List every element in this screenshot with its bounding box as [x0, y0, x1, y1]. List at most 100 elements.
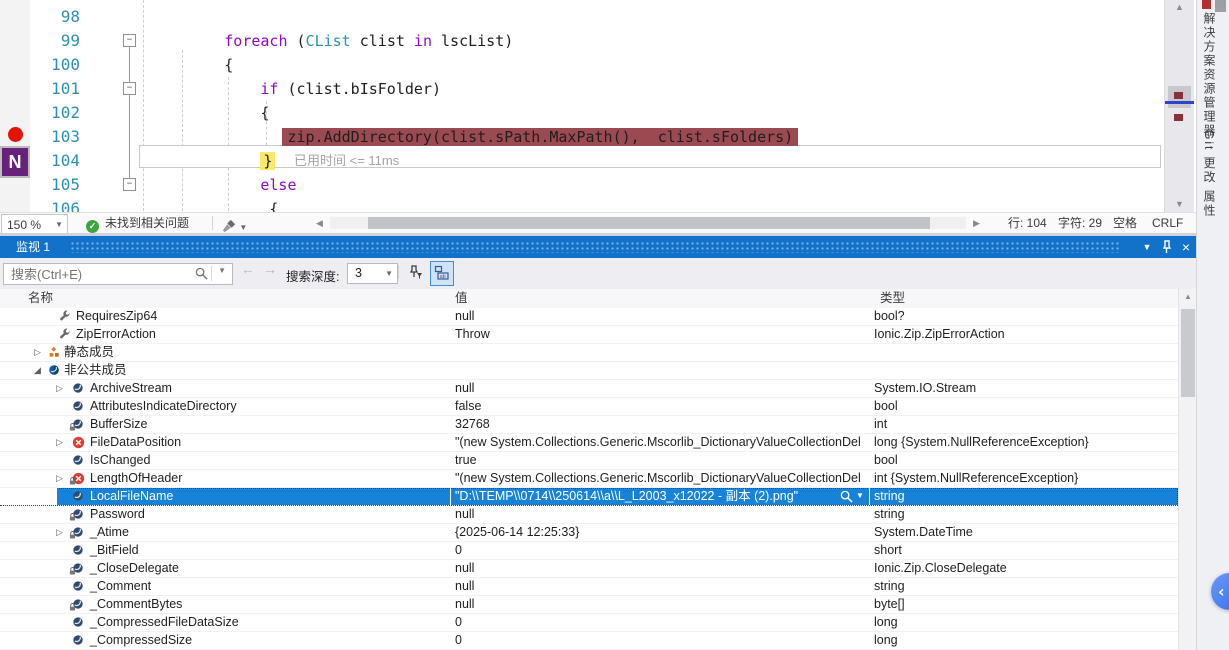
watch-value[interactable]: Throw	[455, 326, 863, 342]
magnifier-icon[interactable]	[840, 490, 853, 503]
watch-value[interactable]: 0	[455, 542, 863, 558]
lock-icon	[69, 477, 76, 485]
watch-row[interactable]: _CloseDelegatenullIonic.Zip.CloseDelegat…	[0, 560, 1178, 578]
separator	[211, 266, 212, 281]
watch-value[interactable]: 0	[455, 614, 863, 630]
visualizer-dropdown-icon[interactable]: ▼	[856, 488, 864, 504]
indent-mode-indicator[interactable]: 空格	[1113, 213, 1137, 233]
search-input[interactable]	[9, 265, 173, 283]
watch-row[interactable]: _CompressedSize0long	[0, 632, 1178, 650]
watch-value[interactable]: null	[455, 308, 863, 324]
watch-value[interactable]: null	[455, 596, 863, 612]
watch-value[interactable]: "D:\\TEMP\\0714\\250614\\a\\L_L2003_x120…	[455, 488, 863, 504]
scrollbar-thumb[interactable]	[368, 217, 930, 229]
watch-value[interactable]: true	[455, 452, 863, 468]
vertical-tab[interactable]: 解决方案资源管理器	[1201, 12, 1218, 138]
expander-collapsed-icon[interactable]: ▷	[56, 524, 63, 540]
breakpoint-mark	[1174, 114, 1183, 121]
zoom-select[interactable]: 150 % ▼	[1, 214, 68, 234]
scroll-up-icon[interactable]: ▲	[1179, 292, 1197, 301]
watch-row[interactable]: _CommentBytesnullbyte[]	[0, 596, 1178, 614]
breakpoint-dot[interactable]	[8, 127, 23, 142]
fold-collapse-box[interactable]: −	[123, 82, 136, 95]
watch-value[interactable]: null	[455, 380, 863, 396]
document-health-indicator[interactable]: ✓未找到相关问题	[86, 213, 189, 233]
watch-value[interactable]: {2025-06-14 12:25:33}	[455, 524, 863, 540]
watch-row[interactable]: RequiresZip64nullbool?	[0, 308, 1178, 326]
expander-collapsed-icon[interactable]: ▷	[34, 344, 41, 360]
caret-line-indicator[interactable]: 行: 104	[1008, 213, 1047, 233]
watch-type: bool	[874, 452, 1174, 468]
watch-row[interactable]: ▷静态成员	[0, 344, 1178, 362]
caret-char-indicator[interactable]: 字符: 29	[1058, 213, 1102, 233]
watch-row[interactable]: IsChangedtruebool	[0, 452, 1178, 470]
watch-row[interactable]: _CompressedFileDataSize0long	[0, 614, 1178, 632]
watch-row[interactable]: ▷ArchiveStreamnullSystem.IO.Stream	[0, 380, 1178, 398]
scroll-right-icon[interactable]: ▶	[973, 213, 980, 233]
vertical-tab[interactable]: 属性	[1201, 190, 1218, 218]
watch-name: _Comment	[90, 578, 151, 594]
editor-horizontal-scrollbar[interactable]	[330, 217, 966, 229]
pin-filter-button[interactable]	[404, 261, 426, 284]
watch-row[interactable]: ▷FileDataPosition"(new System.Collection…	[0, 434, 1178, 452]
breakpoint-margin[interactable]	[0, 0, 30, 212]
lock-icon	[69, 567, 76, 575]
watch-title-bar[interactable]: 监视 1 ▼ ×	[0, 236, 1196, 258]
scroll-down-icon[interactable]: ▼	[1165, 199, 1194, 209]
column-header-type[interactable]: 类型	[880, 289, 905, 308]
expander-collapsed-icon[interactable]: ▷	[56, 380, 63, 396]
watch-row[interactable]: ◢非公共成员	[0, 362, 1178, 380]
code-token: foreach	[224, 32, 287, 50]
back-arrow-icon[interactable]: ←	[241, 261, 255, 277]
code-token: else	[260, 176, 296, 194]
scroll-left-icon[interactable]: ◀	[316, 213, 323, 233]
fold-collapse-box[interactable]: −	[123, 34, 136, 47]
watch-value[interactable]: null	[455, 506, 863, 522]
watch-value[interactable]: 0	[455, 632, 863, 648]
search-depth-select[interactable]: 3 ▼	[347, 263, 398, 284]
watch-row[interactable]: LocalFileName"D:\\TEMP\\0714\\250614\\a\…	[0, 488, 1178, 506]
column-header-name[interactable]: 名称	[28, 289, 53, 308]
expander-collapsed-icon[interactable]: ▷	[56, 434, 63, 450]
watch-row[interactable]: _BitField0short	[0, 542, 1178, 560]
code-line: foreach (CList clist in lscList)	[224, 29, 513, 53]
scroll-up-icon[interactable]: ▲	[1165, 2, 1194, 12]
watch-column-headers[interactable]: 名称 值 类型	[0, 289, 1178, 309]
indent-guide	[228, 77, 229, 211]
scrollbar-thumb[interactable]	[1181, 309, 1195, 397]
chevron-down-icon[interactable]: ▼	[218, 266, 226, 275]
watch-value[interactable]: "(new System.Collections.Generic.Mscorli…	[455, 470, 863, 486]
watch-row[interactable]: AttributesIndicateDirectoryfalsebool	[0, 398, 1178, 416]
watch-vertical-scrollbar[interactable]: ▲	[1178, 289, 1197, 650]
code-line: {	[224, 53, 233, 77]
watch-row[interactable]: BufferSize32768int	[0, 416, 1178, 434]
watch-value[interactable]: 32768	[455, 416, 863, 432]
watch-value[interactable]: false	[455, 398, 863, 414]
code-editor[interactable]: 9899−foreach (CList clist in lscList)100…	[0, 0, 1163, 212]
expander-collapsed-icon[interactable]: ▷	[56, 470, 63, 486]
column-header-value[interactable]: 值	[455, 289, 468, 308]
watch-value[interactable]: null	[455, 578, 863, 594]
watch-value[interactable]: "(new System.Collections.Generic.Mscorli…	[455, 434, 863, 450]
eol-indicator[interactable]: CRLF	[1152, 213, 1183, 233]
watch-row[interactable]: Passwordnullstring	[0, 506, 1178, 524]
watch-row[interactable]: ▷_Atime{2025-06-14 12:25:33}System.DateT…	[0, 524, 1178, 542]
lock-icon	[69, 513, 76, 521]
watch-value[interactable]: null	[455, 560, 863, 576]
pin-icon[interactable]	[1158, 236, 1176, 254]
forward-arrow-icon[interactable]: →	[263, 261, 277, 277]
search-icon[interactable]	[195, 267, 208, 280]
line-number: 102	[34, 101, 80, 125]
watch-row[interactable]: _Commentnullstring	[0, 578, 1178, 596]
watch-search-box[interactable]: ▼	[3, 263, 233, 285]
separator	[398, 265, 399, 279]
watch-row[interactable]: ▷LengthOfHeader"(new System.Collections.…	[0, 470, 1178, 488]
expander-expanded-icon[interactable]: ◢	[34, 362, 41, 378]
close-icon[interactable]: ×	[1177, 236, 1195, 258]
watch-row[interactable]: ZipErrorActionThrowIonic.Zip.ZipErrorAct…	[0, 326, 1178, 344]
window-position-menu-icon[interactable]: ▼	[1138, 236, 1156, 258]
fold-collapse-box[interactable]: −	[123, 178, 136, 191]
vertical-tab[interactable]: Git 更改	[1201, 130, 1218, 185]
raw-view-toggle-button[interactable]: ab	[430, 261, 454, 286]
editor-vertical-scrollbar[interactable]: ▲ ▼	[1164, 0, 1194, 212]
